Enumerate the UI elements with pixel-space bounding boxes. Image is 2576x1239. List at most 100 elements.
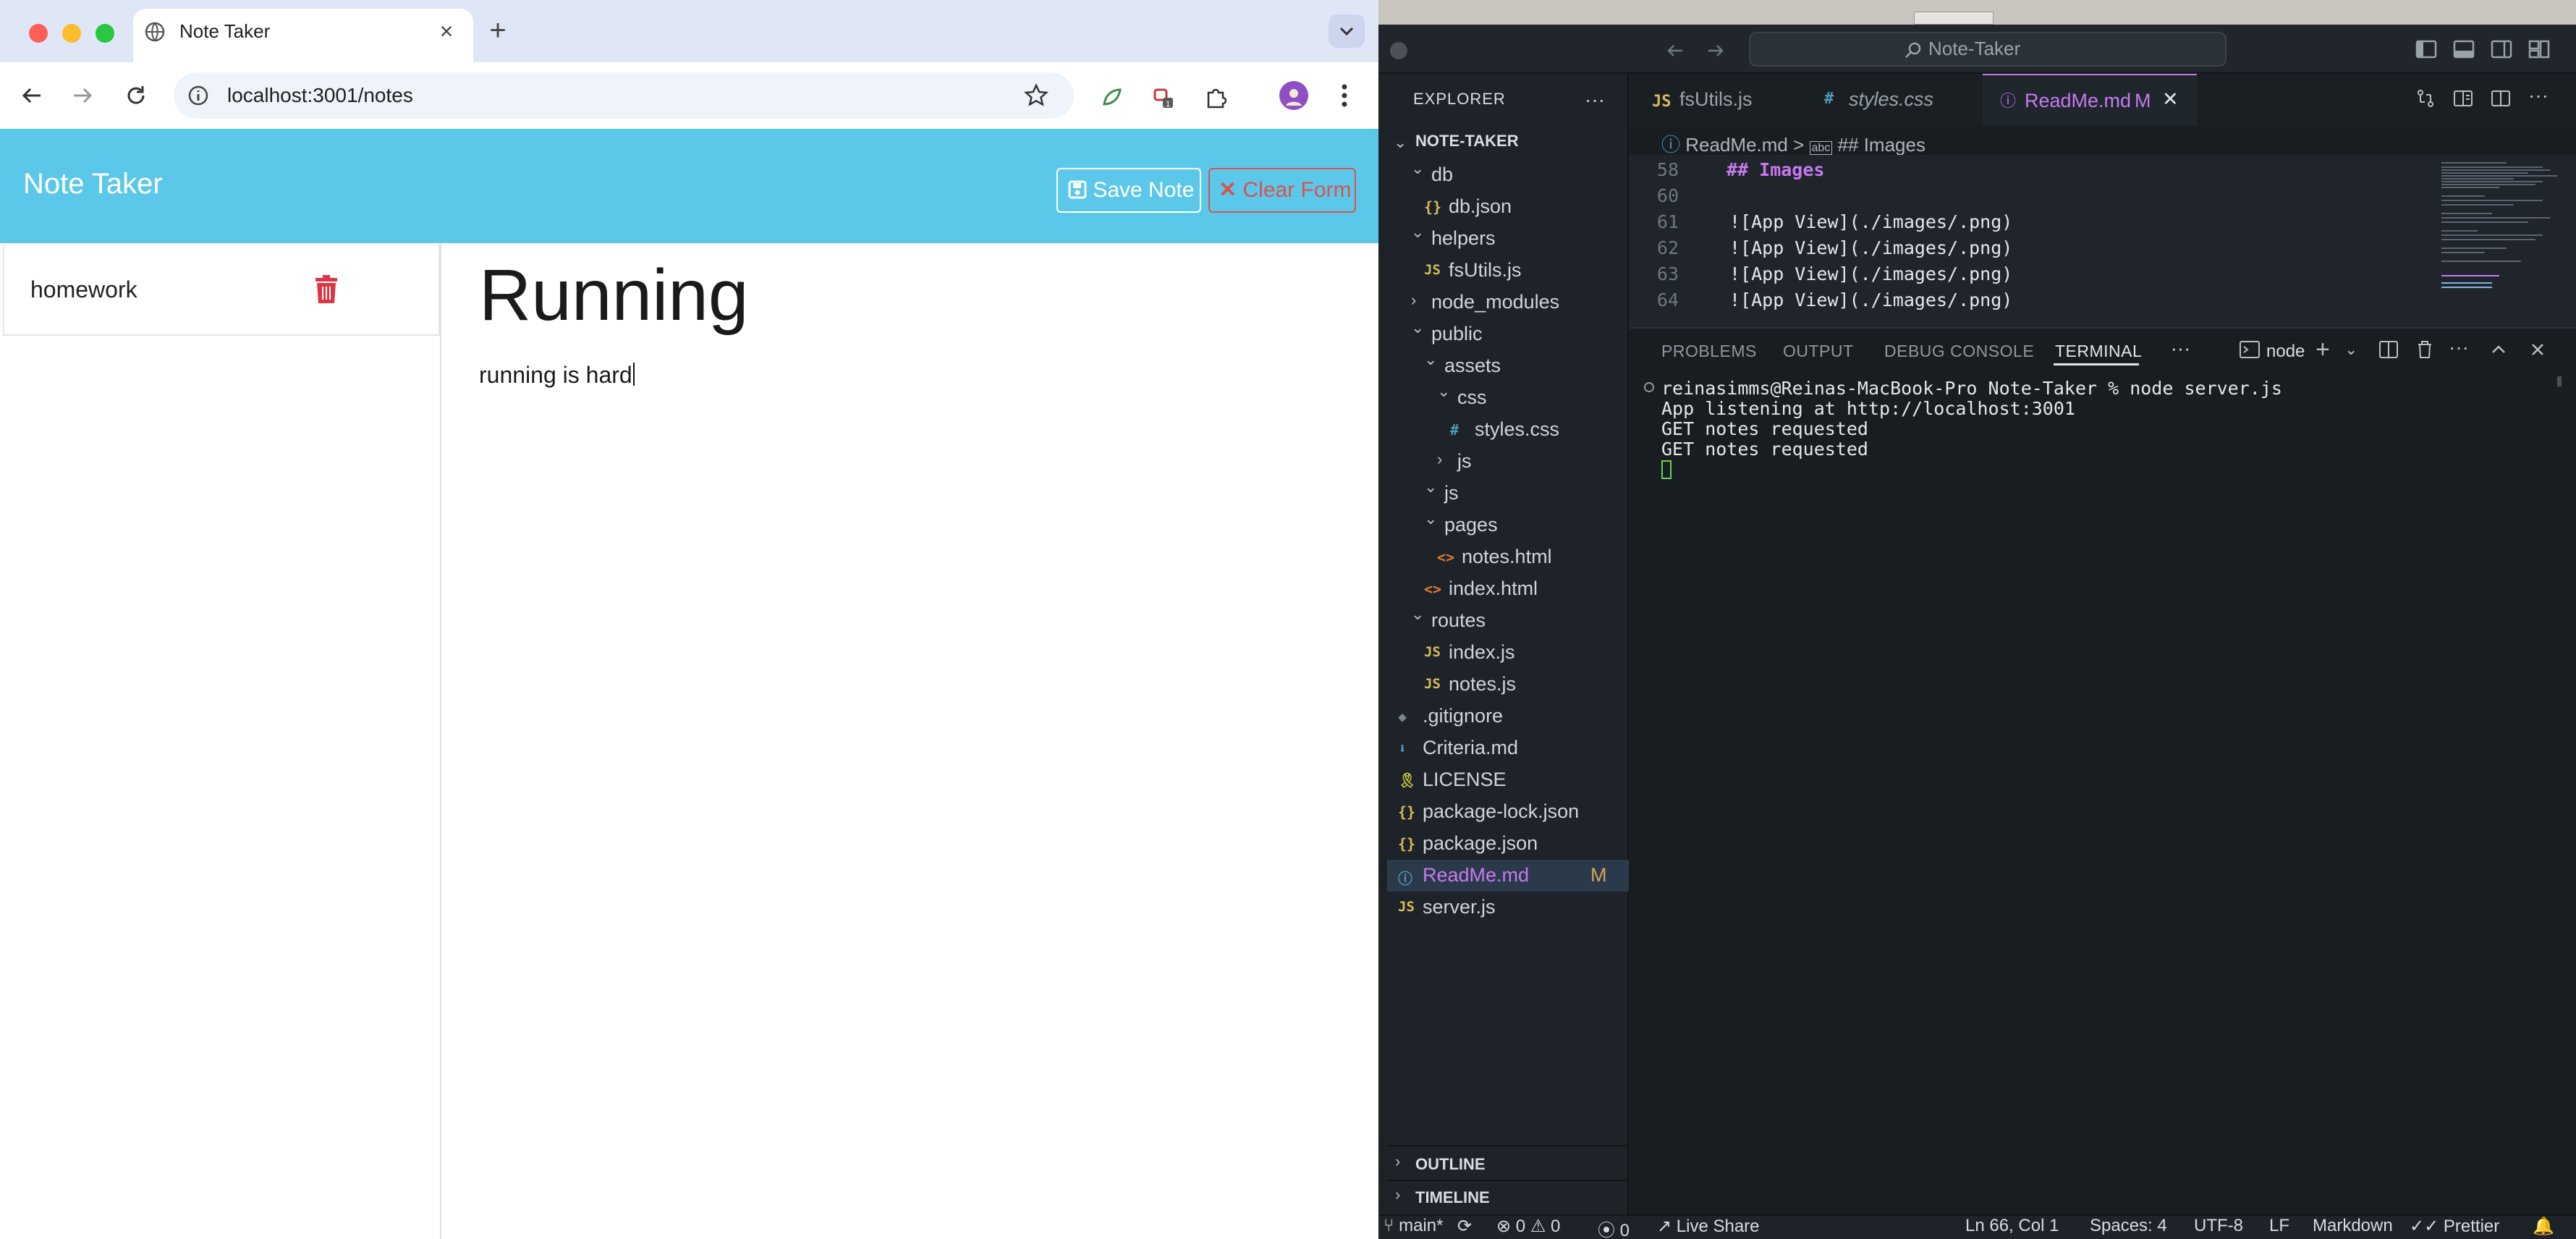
browser-toolbar: localhost:3001/notes 1: [0, 62, 1378, 129]
tree-item-label: index.js: [1449, 641, 1515, 663]
tab-fsutils[interactable]: JS fsUtils.js: [1629, 74, 1785, 126]
tree-item-label: package-lock.json: [1423, 800, 1580, 822]
open-preview-icon[interactable]: [2452, 87, 2475, 110]
note-text-area[interactable]: running is hard: [479, 362, 635, 389]
workspace-title[interactable]: NOTE-TAKER: [1415, 132, 1519, 151]
back-arrow-icon[interactable]: [1662, 38, 1688, 64]
reload-icon[interactable]: [120, 80, 152, 111]
eol-status[interactable]: LF: [2269, 1216, 2289, 1236]
language-status[interactable]: Markdown: [2313, 1216, 2393, 1236]
tab-close-icon[interactable]: ×: [434, 17, 459, 45]
close-panel-icon[interactable]: [2525, 337, 2550, 362]
outline-section[interactable]: OUTLINE: [1415, 1155, 1486, 1174]
tree-item-label: notes.js: [1449, 673, 1517, 695]
profile-avatar[interactable]: [1279, 81, 1308, 110]
panel-tab-terminal[interactable]: TERMINAL: [2055, 342, 2142, 361]
clear-form-button[interactable]: ✕ Clear Form: [1208, 168, 1356, 213]
cursor-position[interactable]: Ln 66, Col 1: [1965, 1216, 2059, 1236]
terminal-line: reinasimms@Reinas-MacBook-Pro Note-Taker…: [1661, 378, 2282, 399]
maximize-window-button[interactable]: [96, 24, 114, 43]
back-arrow-icon[interactable]: [16, 80, 48, 111]
git-branch-icon: ⑂: [1384, 1216, 1394, 1235]
breadcrumb-symbol[interactable]: ## Images: [1838, 134, 1925, 156]
encoding-status[interactable]: UTF-8: [2194, 1216, 2243, 1236]
save-note-button[interactable]: Save Note: [1056, 168, 1201, 213]
tree-item-label: css: [1457, 386, 1487, 408]
timeline-section[interactable]: TIMELINE: [1415, 1188, 1490, 1207]
chevron-right-icon[interactable]: ›: [1395, 1185, 1400, 1204]
tab-close-icon[interactable]: ✕: [2162, 88, 2179, 111]
split-terminal-icon[interactable]: [2376, 337, 2401, 362]
terminal-cursor: [1661, 460, 1672, 479]
line-number: 62: [1656, 237, 1679, 258]
new-tab-icon[interactable]: +: [483, 16, 512, 45]
code-line: ![App View](./images/.png): [1729, 263, 2013, 284]
chevron-down-icon[interactable]: ⌄: [1394, 133, 1407, 152]
app-brand[interactable]: Note Taker: [23, 168, 163, 200]
symbol-string-icon: abc: [1809, 141, 1833, 155]
breadcrumb-file[interactable]: ReadMe.md: [1685, 134, 1788, 156]
problems-status[interactable]: ⊗ 0 ⚠ 0: [1496, 1216, 1560, 1237]
split-editor-icon[interactable]: [2489, 87, 2512, 110]
forward-arrow-icon[interactable]: [67, 80, 98, 111]
bell-icon[interactable]: 🔔: [2533, 1216, 2554, 1237]
tab-readme[interactable]: ⓘ ReadMe.md M ✕: [1983, 74, 2197, 126]
terminal-name[interactable]: node: [2266, 342, 2305, 362]
editor-more-icon[interactable]: ···: [2528, 84, 2549, 107]
tab-title: Note Taker: [179, 20, 271, 42]
explorer-more-icon[interactable]: ···: [1585, 88, 1605, 111]
terminal-line: GET notes requested: [1661, 439, 1868, 460]
save-note-label: Save Note: [1093, 178, 1195, 202]
md-file-icon: ⬇: [1398, 740, 1407, 757]
panel-tab-output[interactable]: OUTPUT: [1783, 342, 1854, 361]
note-list-item-title[interactable]: homework: [30, 276, 137, 303]
globe-icon: [145, 22, 165, 42]
sync-icon[interactable]: ⟳: [1457, 1216, 1472, 1237]
trash-icon[interactable]: [2412, 337, 2437, 362]
check-double-icon: ✓✓: [2410, 1217, 2439, 1236]
close-window-button[interactable]: [29, 24, 48, 43]
tree-item[interactable]: [1387, 446, 1629, 478]
maximize-panel-icon[interactable]: [2486, 337, 2511, 362]
browser-menu-icon[interactable]: [1336, 81, 1353, 110]
puzzle-extensions-icon[interactable]: [1204, 84, 1230, 110]
url-text[interactable]: localhost:3001/notes: [227, 84, 413, 107]
tree-item-label: db: [1431, 164, 1454, 185]
indentation-status[interactable]: Spaces: 4: [2090, 1216, 2167, 1236]
site-info-icon[interactable]: [187, 84, 210, 107]
prettier-status[interactable]: ✓✓ Prettier: [2410, 1216, 2499, 1237]
extension-badge-icon[interactable]: 1: [1151, 84, 1177, 110]
live-share-status[interactable]: ↗ Live Share: [1657, 1216, 1760, 1237]
minimap[interactable]: [2439, 159, 2562, 318]
chevron-down-icon[interactable]: ⌄: [2344, 340, 2357, 359]
toggle-secondary-sidebar-icon[interactable]: [2490, 38, 2513, 61]
chevron-right-icon: ›: [1437, 450, 1443, 468]
terminal-scrollbar[interactable]: [2557, 376, 2562, 386]
chevron-right-icon[interactable]: ›: [1395, 1152, 1400, 1171]
extension-leaf-icon[interactable]: [1098, 84, 1124, 110]
note-title-input[interactable]: Running: [479, 259, 749, 331]
bookmark-star-icon[interactable]: [1023, 83, 1049, 109]
tab-styles[interactable]: # styles.css: [1785, 74, 1979, 126]
tree-item-label: routes: [1431, 609, 1486, 631]
new-terminal-icon[interactable]: +: [2316, 336, 2330, 364]
branch-status[interactable]: ⑂ main*: [1384, 1216, 1443, 1236]
modified-badge: M: [2135, 90, 2151, 111]
trash-icon[interactable]: [314, 275, 339, 304]
tab-search-button[interactable]: [1329, 14, 1365, 48]
tree-item[interactable]: [1387, 382, 1629, 414]
git-compare-icon[interactable]: [2414, 87, 2437, 110]
customize-layout-icon[interactable]: [2528, 38, 2551, 61]
toggle-panel-icon[interactable]: [2452, 38, 2475, 61]
forward-arrow-icon[interactable]: [1703, 38, 1729, 64]
ports-status[interactable]: ⦿ 0: [1598, 1216, 1630, 1239]
tree-item-label: js: [1457, 450, 1472, 472]
toggle-sidebar-icon[interactable]: [2415, 38, 2438, 61]
panel-tab-problems[interactable]: PROBLEMS: [1661, 342, 1757, 361]
command-decoration-dot: [1644, 382, 1654, 392]
panel-more-icon[interactable]: ···: [2171, 337, 2190, 360]
terminal-more-icon[interactable]: ···: [2449, 336, 2469, 359]
window-control-dot[interactable]: [1390, 42, 1407, 59]
panel-tab-debug-console[interactable]: DEBUG CONSOLE: [1884, 342, 2034, 361]
minimize-window-button[interactable]: [62, 24, 81, 43]
